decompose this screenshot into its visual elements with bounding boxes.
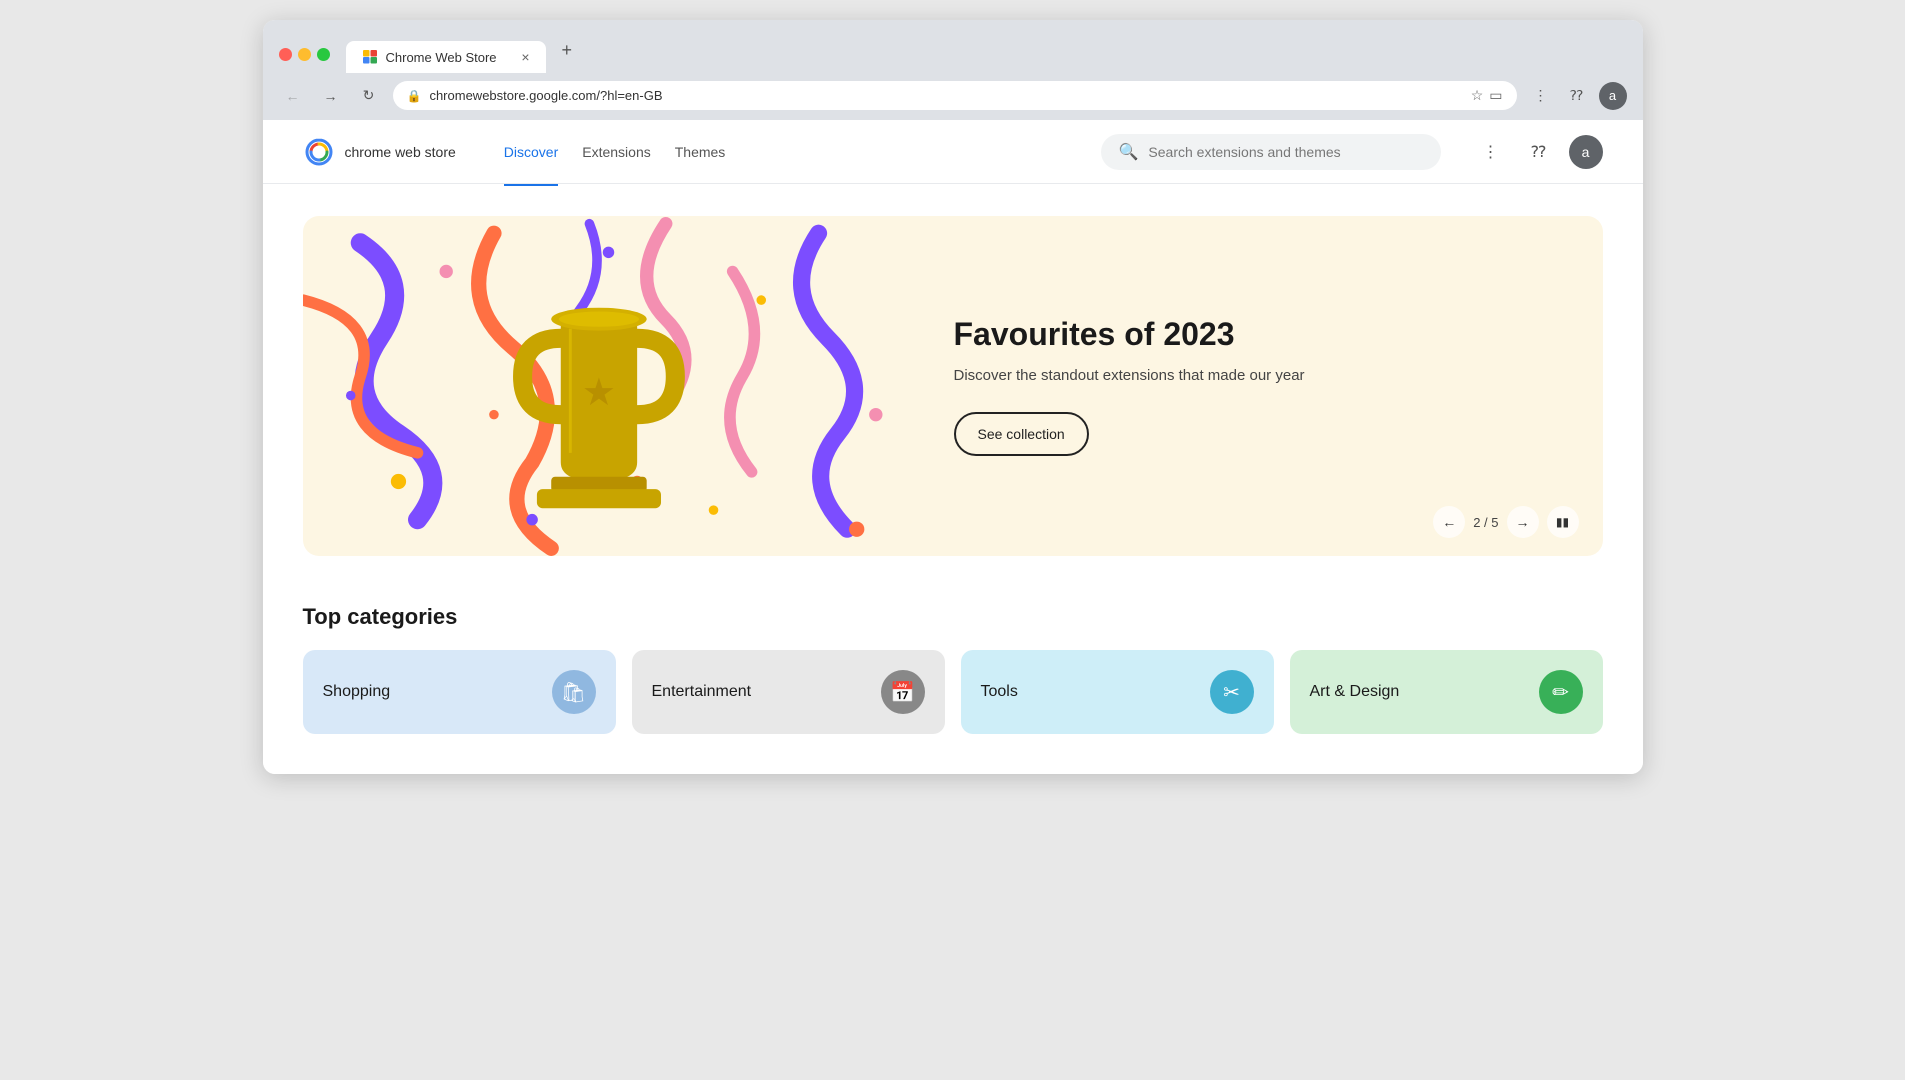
traffic-lights xyxy=(279,48,330,73)
category-card-tools[interactable]: Tools ✂ xyxy=(961,650,1274,734)
entertainment-icon: 📅 xyxy=(881,670,925,714)
back-button[interactable]: ← xyxy=(279,82,307,110)
nav-links: Discover Extensions Themes xyxy=(504,140,1069,164)
svg-text:★: ★ xyxy=(581,371,615,414)
categories-section: Top categories Shopping 🛍 Entertainment … xyxy=(263,588,1643,774)
address-bar[interactable]: 🔒 chromewebstore.google.com/?hl=en-GB ☆ … xyxy=(393,81,1517,110)
store-logo-icon xyxy=(303,136,335,168)
tab-favicon xyxy=(362,49,378,65)
category-label-art: Art & Design xyxy=(1310,683,1400,701)
more-menu-button[interactable]: ⋮ xyxy=(1473,134,1509,170)
maximize-button[interactable] xyxy=(317,48,330,61)
carousel-next-button[interactable]: → xyxy=(1507,506,1539,538)
address-bar-area: ← → ↻ 🔒 chromewebstore.google.com/?hl=en… xyxy=(263,73,1643,120)
tab-title: Chrome Web Store xyxy=(386,50,514,65)
shopping-icon: 🛍 xyxy=(552,670,596,714)
hero-title: Favourites of 2023 xyxy=(954,316,1563,353)
hero-banner: ★ Favourites of 2023 Discover the stando… xyxy=(303,216,1603,556)
store-name-text: chrome web store xyxy=(345,144,456,160)
new-tab-button[interactable]: + xyxy=(554,32,581,73)
category-card-entertainment[interactable]: Entertainment 📅 xyxy=(632,650,945,734)
forward-button[interactable]: → xyxy=(317,82,345,110)
categories-title: Top categories xyxy=(303,604,1603,630)
art-icon: ✏ xyxy=(1539,670,1583,714)
search-icon: 🔍 xyxy=(1119,142,1139,162)
hero-section: ★ Favourites of 2023 Discover the stando… xyxy=(263,184,1643,588)
address-actions: ☆ ▭ xyxy=(1471,87,1503,104)
bookmark-icon[interactable]: ☆ xyxy=(1471,87,1484,104)
nav-link-themes[interactable]: Themes xyxy=(675,140,726,164)
active-tab[interactable]: Chrome Web Store × xyxy=(346,41,546,73)
browser-actions: ⋮ ⁇ a xyxy=(1527,82,1627,110)
hero-illustration: ★ xyxy=(303,216,914,556)
carousel-prev-button[interactable]: ← xyxy=(1433,506,1465,538)
hero-content: Favourites of 2023 Discover the standout… xyxy=(914,216,1603,556)
user-avatar-store[interactable]: a xyxy=(1569,135,1603,169)
nav-link-discover[interactable]: Discover xyxy=(504,140,558,164)
reload-button[interactable]: ↻ xyxy=(355,82,383,110)
browser-window: Chrome Web Store × + ← → ↻ 🔒 chromewebst… xyxy=(263,20,1643,774)
tab-close-icon[interactable]: × xyxy=(521,50,529,64)
category-card-shopping[interactable]: Shopping 🛍 xyxy=(303,650,616,734)
url-text: chromewebstore.google.com/?hl=en-GB xyxy=(429,88,1462,103)
category-label-shopping: Shopping xyxy=(323,683,391,701)
store-nav: chrome web store Discover Extensions The… xyxy=(263,120,1643,184)
hero-subtitle: Discover the standout extensions that ma… xyxy=(954,367,1563,384)
carousel-indicator: 2 / 5 xyxy=(1473,515,1498,530)
close-button[interactable] xyxy=(279,48,292,61)
carousel-controls: ← 2 / 5 → ▮▮ xyxy=(1433,506,1578,538)
category-card-art[interactable]: Art & Design ✏ xyxy=(1290,650,1603,734)
lock-icon: 🔒 xyxy=(407,89,422,103)
search-bar[interactable]: 🔍 Search extensions and themes xyxy=(1101,134,1441,170)
tools-icon: ✂ xyxy=(1210,670,1254,714)
main-content: chrome web store Discover Extensions The… xyxy=(263,120,1643,774)
store-logo: chrome web store xyxy=(303,136,456,168)
apps-grid-button[interactable]: ⁇ xyxy=(1521,134,1557,170)
categories-grid: Shopping 🛍 Entertainment 📅 Tools ✂ Art &… xyxy=(303,650,1603,734)
hero-art: ★ xyxy=(303,216,914,556)
search-placeholder: Search extensions and themes xyxy=(1148,144,1340,160)
title-bar: Chrome Web Store × + xyxy=(263,20,1643,73)
carousel-pause-button[interactable]: ▮▮ xyxy=(1547,506,1579,538)
split-view-icon[interactable]: ▭ xyxy=(1489,87,1502,104)
user-avatar-browser[interactable]: a xyxy=(1599,82,1627,110)
store-nav-actions: ⋮ ⁇ a xyxy=(1473,134,1603,170)
nav-link-extensions[interactable]: Extensions xyxy=(582,140,650,164)
category-label-entertainment: Entertainment xyxy=(652,683,752,701)
more-options-button[interactable]: ⋮ xyxy=(1527,82,1555,110)
minimize-button[interactable] xyxy=(298,48,311,61)
grid-apps-button[interactable]: ⁇ xyxy=(1563,82,1591,110)
see-collection-button[interactable]: See collection xyxy=(954,412,1089,456)
category-label-tools: Tools xyxy=(981,683,1018,701)
